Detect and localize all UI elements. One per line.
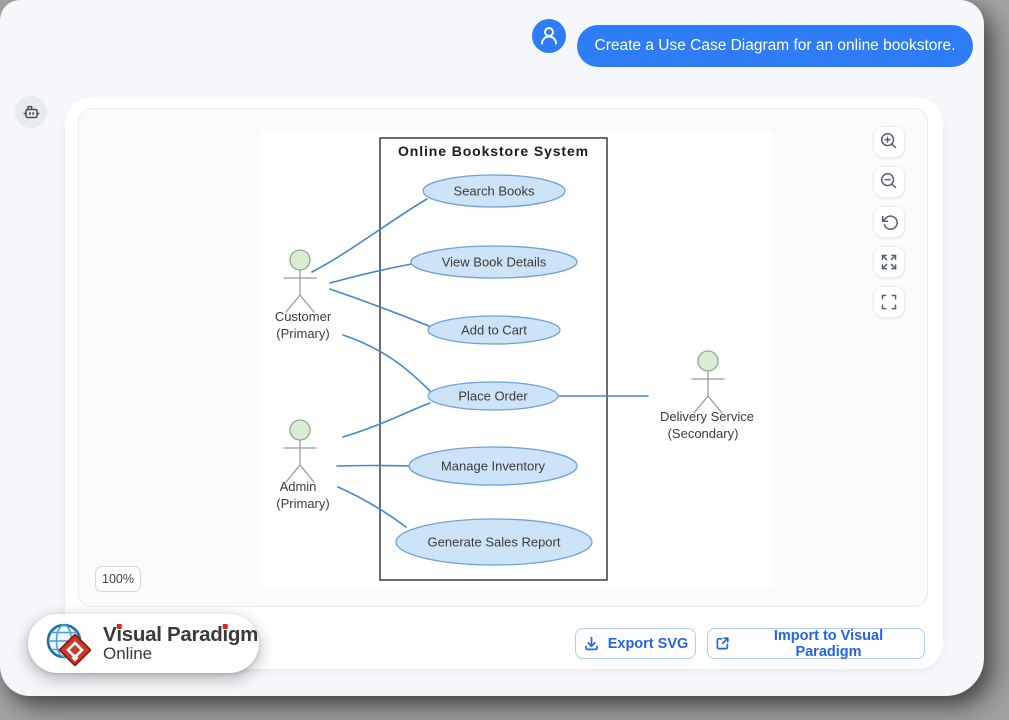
brand-text: Visual Paradigm Online <box>103 624 258 663</box>
zoom-level-badge: 100% <box>95 566 141 592</box>
actor-head <box>290 420 310 440</box>
use-case-diagram: Online Bookstore System Search Books <box>260 131 773 588</box>
use-case-generate-sales-report: Generate Sales Report <box>396 519 592 565</box>
svg-text:Place Order: Place Order <box>458 389 528 404</box>
export-svg-button[interactable]: Export SVG <box>575 628 696 659</box>
brand-subname: Online <box>103 645 258 663</box>
visual-paradigm-logo-icon <box>44 620 94 668</box>
zoom-level-value: 100% <box>102 572 134 586</box>
expand-icon <box>874 246 904 278</box>
fullscreen-icon <box>874 286 904 318</box>
external-link-icon <box>714 635 731 652</box>
actor-customer: Customer (Primary) <box>275 250 332 341</box>
actor-head <box>290 250 310 270</box>
svg-text:(Primary): (Primary) <box>276 496 329 511</box>
zoom-in-button[interactable] <box>873 126 905 158</box>
reset-view-button[interactable] <box>873 206 905 238</box>
assistant-avatar <box>15 96 47 128</box>
use-case-add-to-cart: Add to Cart <box>428 316 560 344</box>
view-controls <box>873 126 905 318</box>
actor-delivery-service: Delivery Service (Secondary) <box>660 351 754 441</box>
svg-text:Search Books: Search Books <box>454 184 535 199</box>
system-boundary-title: Online Bookstore System <box>398 143 589 159</box>
robot-icon <box>22 103 41 122</box>
use-case-search-books: Search Books <box>423 175 565 207</box>
svg-text:Customer: Customer <box>275 309 332 324</box>
svg-text:Add to Cart: Add to Cart <box>461 323 527 338</box>
use-case-place-order: Place Order <box>428 382 558 410</box>
zoom-out-icon <box>874 166 904 198</box>
diagram-canvas[interactable]: Online Bookstore System Search Books <box>260 131 773 588</box>
user-avatar <box>532 19 566 53</box>
import-to-visual-paradigm-button[interactable]: Import to Visual Paradigm <box>707 628 925 659</box>
svg-text:(Primary): (Primary) <box>276 326 329 341</box>
svg-text:(Secondary): (Secondary) <box>668 426 739 441</box>
import-to-visual-paradigm-label: Import to Visual Paradigm <box>739 628 918 660</box>
export-svg-label: Export SVG <box>608 636 689 652</box>
svg-text:Manage Inventory: Manage Inventory <box>441 459 546 474</box>
svg-text:View Book Details: View Book Details <box>442 255 547 270</box>
download-icon <box>583 635 600 652</box>
expand-button[interactable] <box>873 246 905 278</box>
brand-name: Visual Paradigm <box>103 624 258 645</box>
user-icon <box>532 19 566 53</box>
chat-message-bubble: Create a Use Case Diagram for an online … <box>577 25 973 67</box>
reset-view-icon <box>874 206 904 238</box>
actor-head <box>698 351 718 371</box>
svg-text:Generate Sales Report: Generate Sales Report <box>428 535 561 550</box>
edge-admin-manage-inventory <box>337 466 410 467</box>
use-case-view-book-details: View Book Details <box>411 246 577 278</box>
visual-paradigm-logo[interactable]: Visual Paradigm Online <box>28 614 259 673</box>
fullscreen-button[interactable] <box>873 286 905 318</box>
zoom-in-icon <box>874 126 904 158</box>
use-case-manage-inventory: Manage Inventory <box>409 447 577 485</box>
svg-text:Delivery Service: Delivery Service <box>660 409 754 424</box>
actor-admin: Admin (Primary) <box>276 420 329 511</box>
zoom-out-button[interactable] <box>873 166 905 198</box>
app-window: Create a Use Case Diagram for an online … <box>0 0 984 696</box>
svg-text:Admin: Admin <box>280 479 317 494</box>
